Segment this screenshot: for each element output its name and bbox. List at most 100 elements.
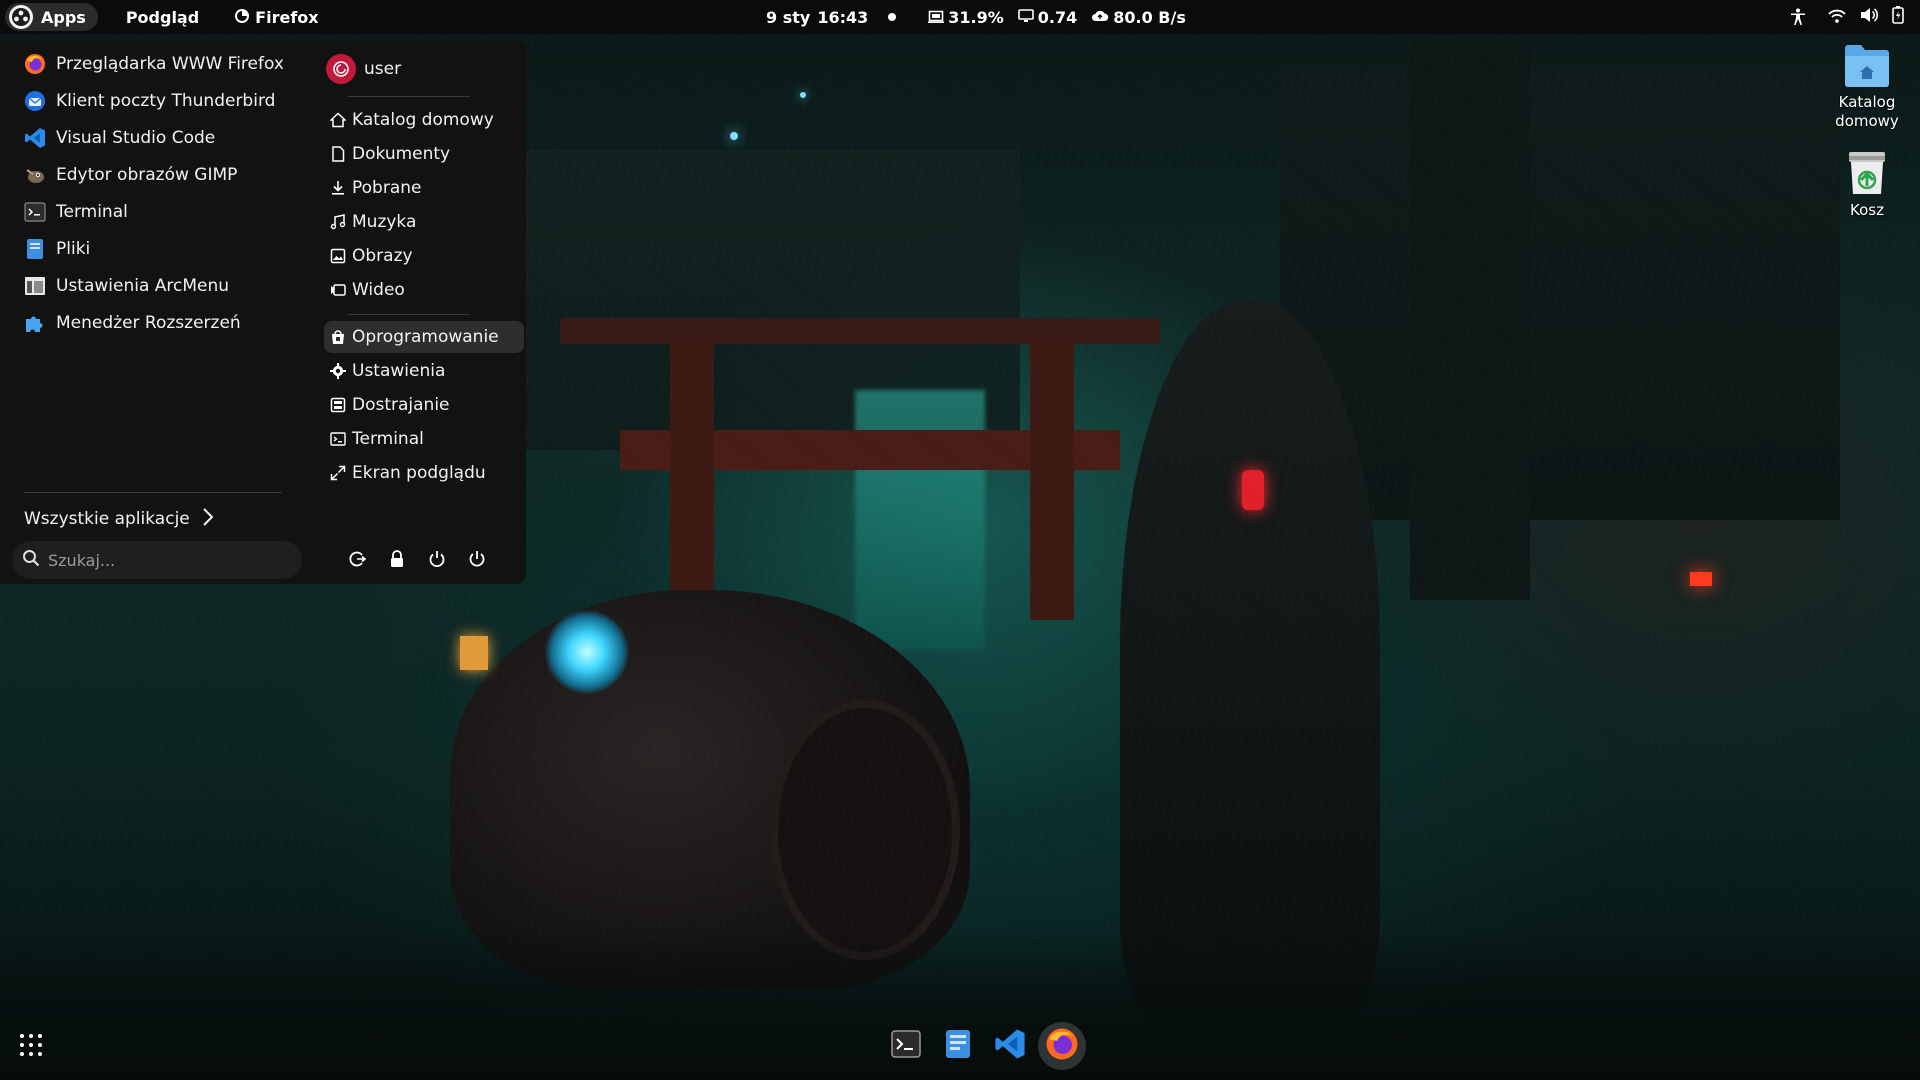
overview-label: Podgląd [125, 7, 200, 27]
chevron-right-icon [202, 507, 214, 531]
app-item-thunderbird[interactable]: Klient poczty Thunderbird [24, 85, 275, 117]
files-icon [945, 1029, 971, 1063]
desktop-icon-trash[interactable]: Kosz [1822, 150, 1912, 220]
logout-icon [349, 551, 366, 567]
music-icon [330, 214, 346, 230]
app-item-files[interactable]: Pliki [24, 233, 90, 265]
overview-button[interactable]: Podgląd [126, 8, 199, 27]
app-item-label: Edytor obrazów GIMP [56, 165, 238, 185]
search-box[interactable] [12, 541, 302, 579]
app-item-label: Menedżer Rozszerzeń [56, 313, 241, 333]
dock [0, 1010, 1920, 1080]
cpu-icon [928, 8, 945, 27]
search-input[interactable] [48, 550, 288, 570]
app-item-label: Ustawienia ArcMenu [56, 276, 230, 296]
shortcut-label: Ustawienia [352, 361, 446, 381]
divider [348, 96, 470, 97]
document-icon [330, 146, 346, 162]
app-item-extensions[interactable]: Menedżer Rozszerzeń [24, 307, 241, 339]
app-item-label: Pliki [56, 239, 91, 259]
user-account-button[interactable]: user [326, 52, 401, 86]
place-item-videos[interactable]: Wideo [324, 274, 524, 306]
place-item-documents[interactable]: Dokumenty [324, 138, 524, 170]
focused-app-indicator[interactable]: Firefox [235, 8, 319, 27]
place-label: Obrazy [352, 246, 413, 266]
apps-menu-button[interactable]: Apps [5, 3, 98, 31]
date-label: 9 sty [766, 7, 811, 27]
app-item-arcmenu-settings[interactable]: Ustawienia ArcMenu [24, 270, 229, 302]
cloud-upload-icon [1091, 8, 1109, 27]
trash-icon [1847, 150, 1887, 201]
load-value: 0.74 [1037, 7, 1078, 27]
gimp-icon [24, 164, 46, 186]
shortcut-label: Oprogramowanie [352, 327, 499, 347]
place-label: Muzyka [352, 212, 417, 232]
shortcut-item-terminal[interactable]: Terminal [324, 423, 524, 455]
shortcut-label: Terminal [352, 429, 424, 449]
system-tray [1790, 0, 1904, 34]
dock-vscode[interactable] [988, 1024, 1032, 1068]
place-item-downloads[interactable]: Pobrane [324, 172, 524, 204]
place-item-home[interactable]: Katalog domowy [324, 104, 524, 136]
wifi-icon [1828, 8, 1846, 27]
network-stat: 80.0 B/s [1091, 8, 1186, 27]
all-apps-button[interactable]: Wszystkie aplikacje [24, 504, 214, 534]
cpu-stat: 31.9% [928, 8, 1004, 27]
restart-button[interactable] [428, 550, 446, 568]
system-status-area[interactable] [1828, 6, 1904, 28]
shortcut-item-settings[interactable]: Ustawienia [324, 355, 524, 387]
logout-button[interactable] [348, 550, 366, 568]
home-icon [330, 112, 346, 128]
files-icon [24, 238, 46, 260]
dock-files[interactable] [936, 1024, 980, 1068]
place-item-music[interactable]: Muzyka [324, 206, 524, 238]
apps-label: Apps [41, 7, 86, 27]
place-label: Katalog domowy [352, 110, 494, 130]
divider [24, 492, 282, 493]
dock-firefox[interactable] [1038, 1022, 1086, 1070]
app-item-gimp[interactable]: Edytor obrazów GIMP [24, 159, 237, 191]
lock-icon [391, 550, 403, 567]
app-item-vscode[interactable]: Visual Studio Code [24, 122, 215, 154]
app-item-label: Przeglądarka WWW Firefox [56, 54, 284, 74]
home-folder-icon [1843, 42, 1891, 93]
monitor-icon [1017, 8, 1034, 27]
divider [348, 314, 470, 315]
user-name: user [364, 59, 402, 79]
download-icon [330, 180, 346, 196]
desktop-icon-home[interactable]: Katalog domowy [1822, 42, 1912, 131]
shortcut-item-tweaks[interactable]: Dostrajanie [324, 389, 524, 421]
app-item-label: Visual Studio Code [56, 128, 216, 148]
place-label: Dokumenty [352, 144, 451, 164]
place-item-pictures[interactable]: Obrazy [324, 240, 524, 272]
expand-icon [330, 465, 346, 481]
gnome-logo-icon [9, 5, 33, 29]
software-icon [330, 329, 346, 345]
app-item-label: Klient poczty Thunderbird [56, 91, 276, 111]
tweaks-icon [330, 397, 346, 413]
extensions-icon [24, 312, 46, 334]
dock-terminal[interactable] [884, 1024, 928, 1068]
power-off-button[interactable] [468, 550, 486, 568]
pinned-apps-column: Przeglądarka WWW Firefox Klient poczty T… [0, 40, 302, 584]
show-apps-button[interactable] [20, 1034, 42, 1056]
session-buttons [348, 550, 486, 568]
clock-and-stats[interactable]: 9 sty 16:43 31.9% 0.74 80.0 B/s [766, 0, 1200, 34]
terminal-icon [24, 201, 46, 223]
shortcut-item-software[interactable]: Oprogramowanie [324, 321, 524, 353]
restart-icon [429, 551, 445, 568]
vscode-icon [24, 127, 46, 149]
terminal-icon [330, 431, 346, 447]
firefox-small-icon [235, 8, 250, 27]
app-item-terminal[interactable]: Terminal [24, 196, 128, 228]
app-item-firefox[interactable]: Przeglądarka WWW Firefox [24, 48, 284, 80]
accessibility-icon[interactable] [1790, 8, 1806, 26]
lock-button[interactable] [388, 550, 406, 568]
network-value: 80.0 B/s [1113, 7, 1186, 27]
shortcut-item-overview[interactable]: Ekran podglądu [324, 457, 524, 489]
vscode-icon [994, 1028, 1026, 1064]
gear-icon [330, 363, 346, 379]
app-item-label: Terminal [56, 202, 128, 222]
arcmenu-popup: Przeglądarka WWW Firefox Klient poczty T… [0, 40, 526, 584]
top-bar: Apps Podgląd Firefox 9 sty 16:43 31.9% 0… [0, 0, 1920, 34]
